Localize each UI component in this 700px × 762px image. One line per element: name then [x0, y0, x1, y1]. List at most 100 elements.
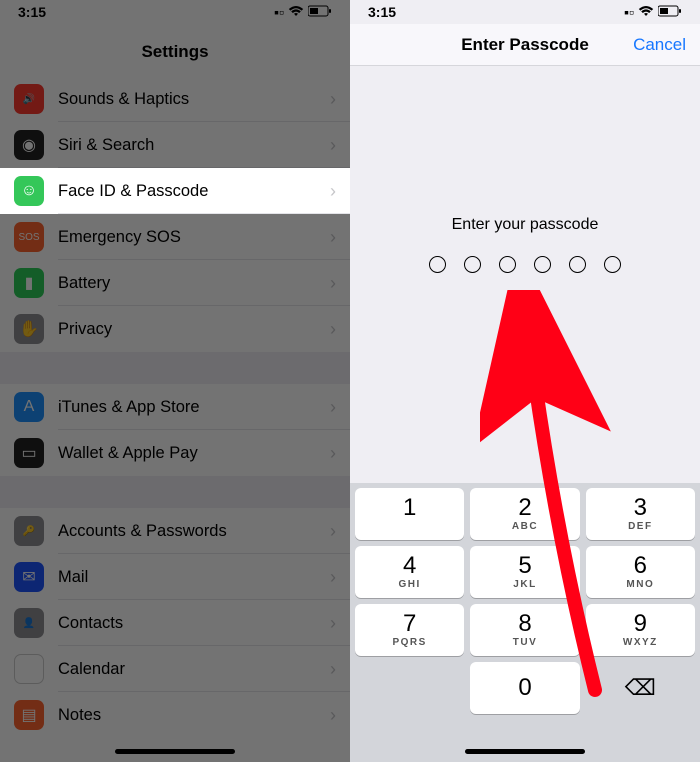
numeric-keypad: 1 2ABC3DEF4GHI5JKL6MNO7PQRS8TUV9WXYZ0⌫ [350, 483, 700, 762]
passcode-dot [604, 256, 621, 273]
face-id-icon: ☺ [14, 176, 44, 206]
passcode-screen: 3:15 ▪▫ Enter Passcode Cancel Enter your… [350, 0, 700, 762]
key-7[interactable]: 7PQRS [355, 604, 464, 656]
settings-row-accounts[interactable]: 🔑Accounts & Passwords› [0, 508, 350, 554]
chevron-right-icon: › [330, 273, 336, 294]
settings-row-itunes[interactable]: AiTunes & App Store› [0, 384, 350, 430]
key-5[interactable]: 5JKL [470, 546, 579, 598]
key-letters: MNO [626, 579, 654, 590]
settings-row-mail[interactable]: ✉Mail› [0, 554, 350, 600]
battery-icon: ▮ [14, 268, 44, 298]
settings-row-sounds-haptics[interactable]: 🔊Sounds & Haptics› [0, 76, 350, 122]
key-letters: DEF [628, 521, 653, 532]
settings-row-wallet[interactable]: ▭ Wallet & Apple Pay› [0, 430, 350, 476]
home-indicator[interactable] [115, 749, 235, 754]
calendar-icon: ▦ [14, 654, 44, 684]
settings-row-label: iTunes & App Store [58, 398, 330, 417]
settings-row-label: Mail [58, 568, 330, 587]
key-number: 2 [518, 496, 531, 520]
passcode-dot [464, 256, 481, 273]
status-time: 3:15 [368, 4, 396, 20]
backspace-icon: ⌫ [625, 675, 656, 701]
chevron-right-icon: › [330, 397, 336, 418]
settings-row-emergency-sos[interactable]: SOS Emergency SOS› [0, 214, 350, 260]
chevron-right-icon: › [330, 135, 336, 156]
accounts-icon: 🔑 [14, 516, 44, 546]
page-title: Settings [0, 24, 350, 76]
key-letters: WXYZ [623, 637, 658, 648]
key-9[interactable]: 9WXYZ [586, 604, 695, 656]
settings-row-siri-search[interactable]: ◉Siri & Search› [0, 122, 350, 168]
key-letters: JKL [513, 579, 536, 590]
key-letters: PQRS [392, 637, 426, 648]
cancel-button[interactable]: Cancel [633, 35, 686, 55]
chevron-right-icon: › [330, 613, 336, 634]
status-icons: ▪▫ [624, 4, 682, 20]
key-blank [355, 662, 464, 714]
settings-row-label: Privacy [58, 320, 330, 339]
privacy-icon: ✋ [14, 314, 44, 344]
settings-row-calendar[interactable]: ▦ Calendar› [0, 646, 350, 692]
key-0[interactable]: 0 [470, 662, 579, 714]
key-8[interactable]: 8TUV [470, 604, 579, 656]
battery-icon [308, 4, 332, 20]
passcode-dots [429, 256, 621, 273]
settings-row-contacts[interactable]: 👤 Contacts› [0, 600, 350, 646]
status-time: 3:15 [18, 4, 46, 20]
key-number: 6 [634, 554, 647, 578]
settings-row-label: Face ID & Passcode [58, 182, 330, 201]
key-number: 5 [518, 554, 531, 578]
home-indicator[interactable] [465, 749, 585, 754]
passcode-dot [569, 256, 586, 273]
settings-row-label: Siri & Search [58, 136, 330, 155]
settings-row-face-id[interactable]: ☺ Face ID & Passcode› [0, 168, 350, 214]
settings-row-notes[interactable]: ▤ Notes› [0, 692, 350, 738]
backspace-button[interactable]: ⌫ [586, 662, 695, 714]
passcode-dot [499, 256, 516, 273]
key-1[interactable]: 1 [355, 488, 464, 540]
key-number: 1 [403, 496, 416, 520]
chevron-right-icon: › [330, 227, 336, 248]
key-number: 8 [518, 612, 531, 636]
nav-title: Enter Passcode [461, 35, 589, 55]
wallet-icon: ▭ [14, 438, 44, 468]
settings-row-label: Contacts [58, 614, 330, 633]
settings-row-label: Calendar [58, 660, 330, 679]
chevron-right-icon: › [330, 319, 336, 340]
settings-row-label: Battery [58, 274, 330, 293]
settings-row-privacy[interactable]: ✋ Privacy› [0, 306, 350, 352]
sounds-haptics-icon: 🔊 [14, 84, 44, 114]
passcode-dot [534, 256, 551, 273]
emergency-sos-icon: SOS [14, 222, 44, 252]
itunes-icon: A [14, 392, 44, 422]
settings-row-battery[interactable]: ▮ Battery› [0, 260, 350, 306]
contacts-icon: 👤 [14, 608, 44, 638]
battery-icon [658, 4, 682, 20]
chevron-right-icon: › [330, 443, 336, 464]
key-2[interactable]: 2ABC [470, 488, 579, 540]
settings-row-label: Emergency SOS [58, 228, 330, 247]
status-bar: 3:15 ▪▫ [0, 0, 350, 24]
chevron-right-icon: › [330, 89, 336, 110]
settings-row-label: Wallet & Apple Pay [58, 444, 330, 463]
key-number: 4 [403, 554, 416, 578]
notes-icon: ▤ [14, 700, 44, 730]
key-letters: ABC [512, 521, 538, 532]
chevron-right-icon: › [330, 181, 336, 202]
nav-bar: Enter Passcode Cancel [350, 24, 700, 66]
wifi-icon [638, 4, 654, 20]
chevron-right-icon: › [330, 659, 336, 680]
passcode-dot [429, 256, 446, 273]
key-letters: GHI [399, 579, 421, 590]
chevron-right-icon: › [330, 705, 336, 726]
key-number: 7 [403, 612, 416, 636]
key-number: 0 [518, 676, 531, 700]
status-bar: 3:15 ▪▫ [350, 0, 700, 24]
key-3[interactable]: 3DEF [586, 488, 695, 540]
settings-row-label: Notes [58, 706, 330, 725]
wifi-icon [288, 4, 304, 20]
key-number: 3 [634, 496, 647, 520]
settings-row-label: Accounts & Passwords [58, 522, 330, 541]
key-4[interactable]: 4GHI [355, 546, 464, 598]
key-6[interactable]: 6MNO [586, 546, 695, 598]
